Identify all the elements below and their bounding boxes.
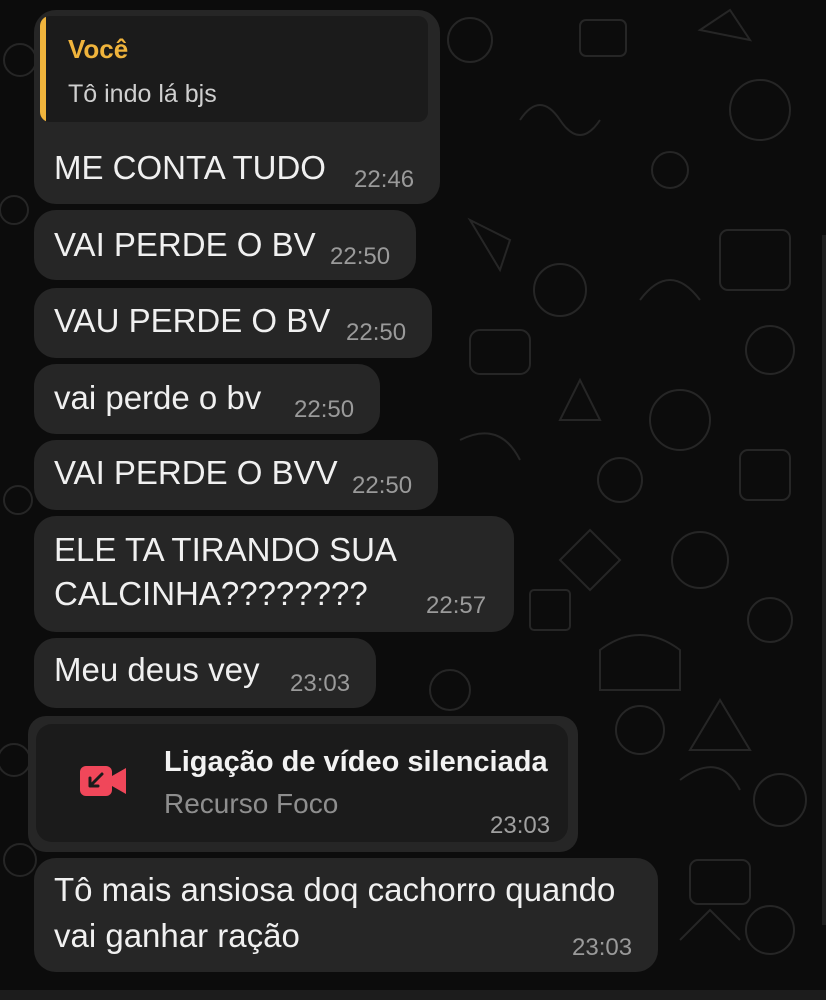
message-bubble[interactable]: VAI PERDE O BVV 22:50 bbox=[34, 440, 438, 510]
message-text: Meu deus vey bbox=[54, 651, 260, 688]
message-time: 22:50 bbox=[346, 319, 407, 346]
chat-window: Você Tô indo lá bjs ME CONTA TUDO 22:46 … bbox=[0, 0, 826, 1000]
quote-text: Tô indo lá bjs bbox=[68, 80, 217, 108]
message-text: vai perde o bv bbox=[54, 379, 262, 416]
call-notice-bubble[interactable]: Ligação de vídeo silenciada Recurso Foco… bbox=[28, 716, 578, 852]
message-time: 22:50 bbox=[294, 396, 355, 423]
message-time: 22:46 bbox=[354, 166, 415, 193]
muted-video-call-icon bbox=[80, 766, 126, 796]
quote-accent-bar bbox=[40, 16, 46, 122]
message-time: 23:03 bbox=[572, 934, 633, 961]
reply-quote[interactable]: Você Tô indo lá bjs bbox=[40, 16, 428, 122]
call-subtitle: Recurso Foco bbox=[164, 788, 339, 819]
message-time: 22:57 bbox=[426, 592, 487, 619]
call-title: Ligação de vídeo silenciada bbox=[164, 746, 548, 778]
quote-author: Você bbox=[68, 34, 129, 64]
scroll-indicator[interactable] bbox=[822, 235, 826, 925]
message-bubble[interactable]: Você Tô indo lá bjs ME CONTA TUDO 22:46 bbox=[34, 10, 440, 204]
message-text: VAI PERDE O BVV bbox=[54, 454, 338, 491]
message-text: VAU PERDE O BV bbox=[54, 302, 331, 339]
message-text-line-1: Tô mais ansiosa doq cachorro quando bbox=[54, 871, 616, 908]
message-bubble[interactable]: Tô mais ansiosa doq cachorro quando vai … bbox=[34, 858, 658, 972]
message-bubble[interactable]: ELE TA TIRANDO SUA CALCINHA???????? 22:5… bbox=[34, 516, 514, 632]
message-text-line-2: CALCINHA???????? bbox=[54, 575, 368, 612]
message-text: VAI PERDE O BV bbox=[54, 226, 316, 263]
message-bubble[interactable]: vai perde o bv 22:50 bbox=[34, 364, 380, 434]
message-text-line-2: vai ganhar ração bbox=[54, 917, 300, 954]
message-text-line-1: ELE TA TIRANDO SUA bbox=[54, 531, 397, 568]
message-bubble[interactable]: VAU PERDE O BV 22:50 bbox=[34, 288, 432, 358]
message-time: 22:50 bbox=[330, 243, 391, 270]
message-bubble[interactable]: Meu deus vey 23:03 bbox=[34, 638, 376, 708]
call-time: 23:03 bbox=[490, 812, 551, 839]
call-card[interactable]: Ligação de vídeo silenciada Recurso Foco… bbox=[36, 724, 568, 842]
message-bubble[interactable]: VAI PERDE O BV 22:50 bbox=[34, 210, 416, 280]
message-text: ME CONTA TUDO bbox=[54, 149, 326, 186]
message-time: 23:03 bbox=[290, 670, 351, 697]
message-time: 22:50 bbox=[352, 472, 413, 499]
composer-edge bbox=[0, 990, 826, 1000]
